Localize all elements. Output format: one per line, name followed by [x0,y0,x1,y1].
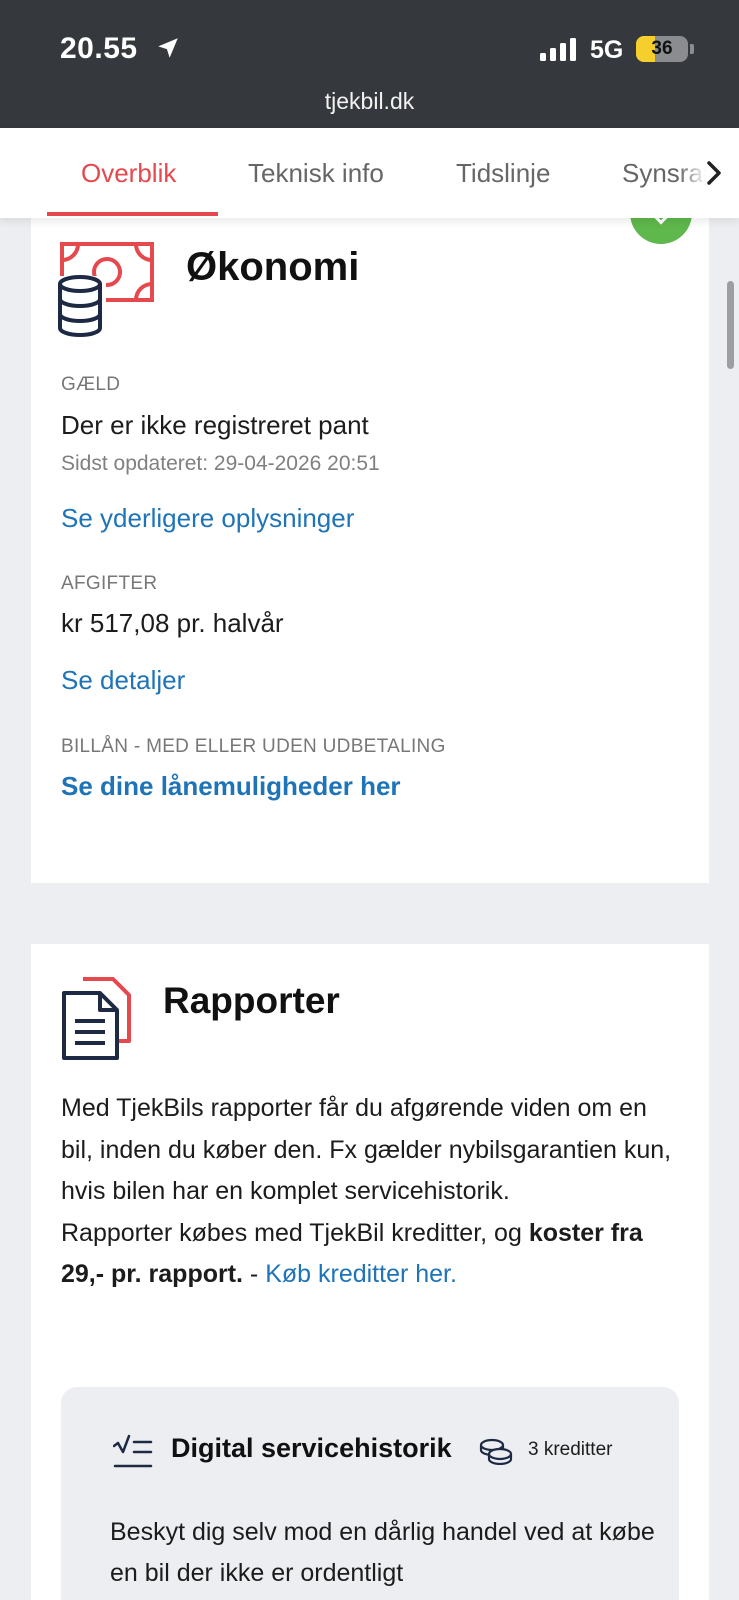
tab-tidslinje[interactable]: Tidslinje [456,158,550,189]
active-tab-indicator [47,212,218,216]
reports-separator: - [242,1260,266,1289]
debt-label: GÆLD [61,374,121,395]
debt-value: Der er ikke registreret pant [61,410,369,440]
network-type: 5G [590,36,624,64]
report-item-title: Digital servicehistorik [171,1433,452,1463]
checklist-icon [113,1434,153,1468]
battery-icon: 36 [636,36,688,62]
economy-title: Økonomi [186,245,360,289]
page-url: tjekbil.dk [324,88,415,114]
fees-value: kr 517,08 pr. halvår [61,608,284,638]
reports-intro-text: Med TjekBils rapporter får du afgørende … [61,1094,672,1206]
status-bar: 20.55 5G 36 tjekbil.dk [0,0,739,128]
debt-updated: Sidst opdateret: 29-04-2026 20:51 [61,452,380,475]
report-item-credits: 3 kreditter [528,1439,613,1460]
battery-level: 36 [651,38,673,59]
location-arrow-icon [158,38,178,58]
buy-credits-link[interactable]: Køb kreditter her. [265,1260,457,1288]
fees-label: AFGIFTER [61,573,158,594]
reports-title: Rapporter [163,980,340,1021]
chevron-right-icon[interactable] [705,158,723,188]
status-time: 20.55 [60,32,138,65]
loan-options-link[interactable]: Se dine lånemuligheder her [61,771,401,802]
tab-overblik[interactable]: Overblik [81,158,176,189]
coins-icon [479,1438,513,1465]
reports-purchase-text: Rapporter købes med TjekBil kreditter, o… [61,1218,529,1247]
loan-label: BILLÅN - MED ELLER UDEN UDBETALING [61,736,446,757]
fees-details-link[interactable]: Se detaljer [61,665,185,696]
documents-icon [62,977,131,1060]
scrollbar[interactable] [727,281,734,369]
report-item-description: Beskyt dig selv mod en dårlig handel ved… [110,1518,655,1587]
tab-teknisk-info[interactable]: Teknisk info [248,158,384,189]
debt-more-info-link[interactable]: Se yderligere oplysninger [61,503,354,534]
reports-description: Med TjekBils rapporter får du afgørende … [61,1088,681,1296]
section-tabs: Overblik Teknisk info Tidslinje Synsrapp… [0,128,739,218]
money-coins-icon [58,242,154,337]
cellular-signal-icon [540,38,576,61]
battery-tip [690,44,694,54]
